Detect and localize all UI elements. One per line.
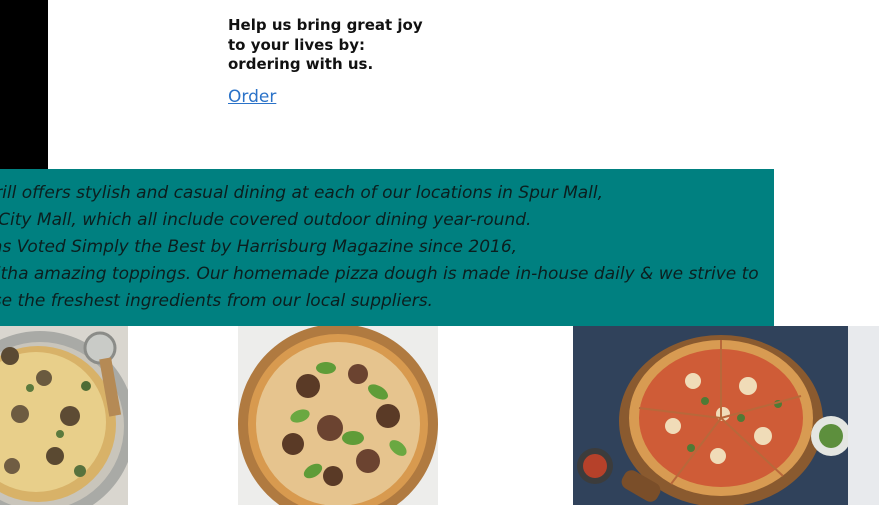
order-cta: Help us bring great joy to your lives by…	[228, 16, 428, 107]
pizza-photo-3	[573, 326, 848, 505]
cta-text: Help us bring great joy to your lives by…	[228, 16, 428, 75]
about-line-4: witha amazing toppings. Our homemade piz…	[0, 264, 759, 284]
about-line-2: n City Mall, which all include covered o…	[0, 210, 532, 230]
order-link[interactable]: Order	[228, 87, 276, 107]
pizza-tray-image	[0, 326, 128, 505]
pizza-basil-image	[238, 326, 438, 505]
pizza-photo-1	[0, 326, 128, 505]
about-line-1: Grill offers stylish and casual dining a…	[0, 183, 604, 203]
pizza-photo-2	[238, 326, 438, 505]
about-banner: Grill offers stylish and casual dining a…	[0, 169, 774, 326]
page: Help us bring great joy to your lives by…	[0, 0, 879, 505]
about-text: Grill offers stylish and casual dining a…	[0, 180, 759, 315]
cta-line-1: Help us bring great joy	[228, 16, 423, 34]
photo-edge-strip	[848, 326, 879, 505]
about-line-3: vas Voted Simply the Best by Harrisburg …	[0, 237, 518, 257]
pizza-board-image	[573, 326, 848, 505]
cta-line-2: to your lives by:	[228, 35, 365, 54]
cta-line-3: ordering with us.	[228, 55, 374, 73]
about-line-5: use the freshest ingredients from our lo…	[0, 291, 433, 311]
black-side-block	[0, 0, 48, 169]
